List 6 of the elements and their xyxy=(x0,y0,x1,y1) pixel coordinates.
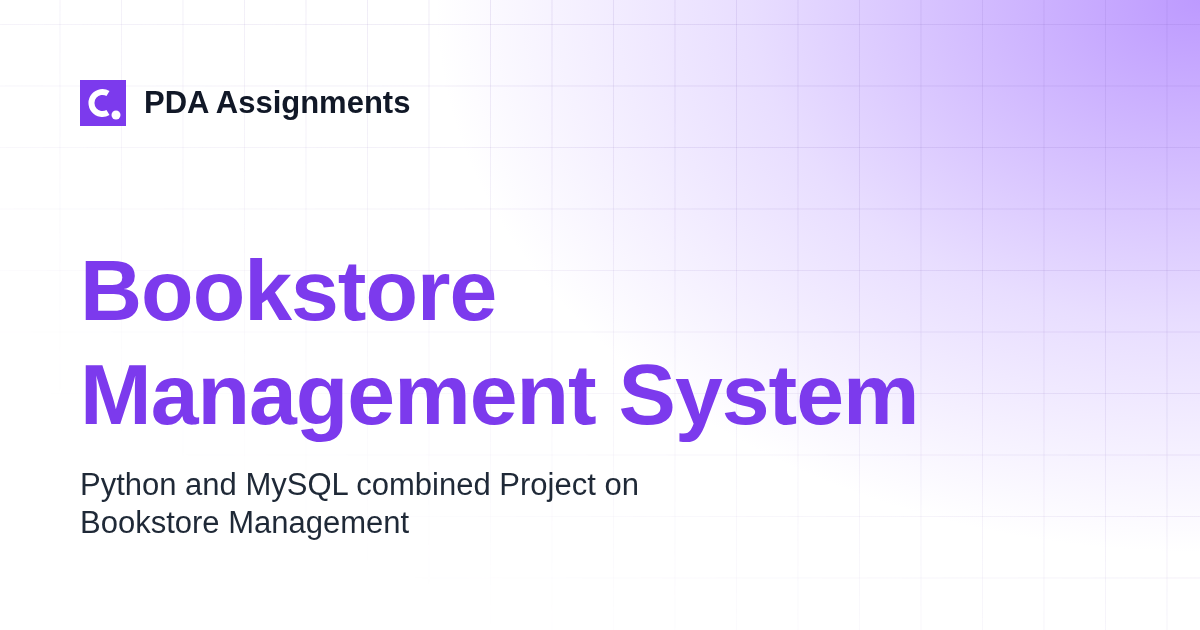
title-line: Management System xyxy=(80,345,919,444)
subtitle-line: Bookstore Management xyxy=(80,504,410,542)
logo-icon xyxy=(80,80,126,126)
title-line: Bookstore xyxy=(80,241,497,340)
subtitle-line: Python and MySQL combined Project on xyxy=(80,466,639,504)
brand-name: PDA Assignments xyxy=(144,85,411,121)
